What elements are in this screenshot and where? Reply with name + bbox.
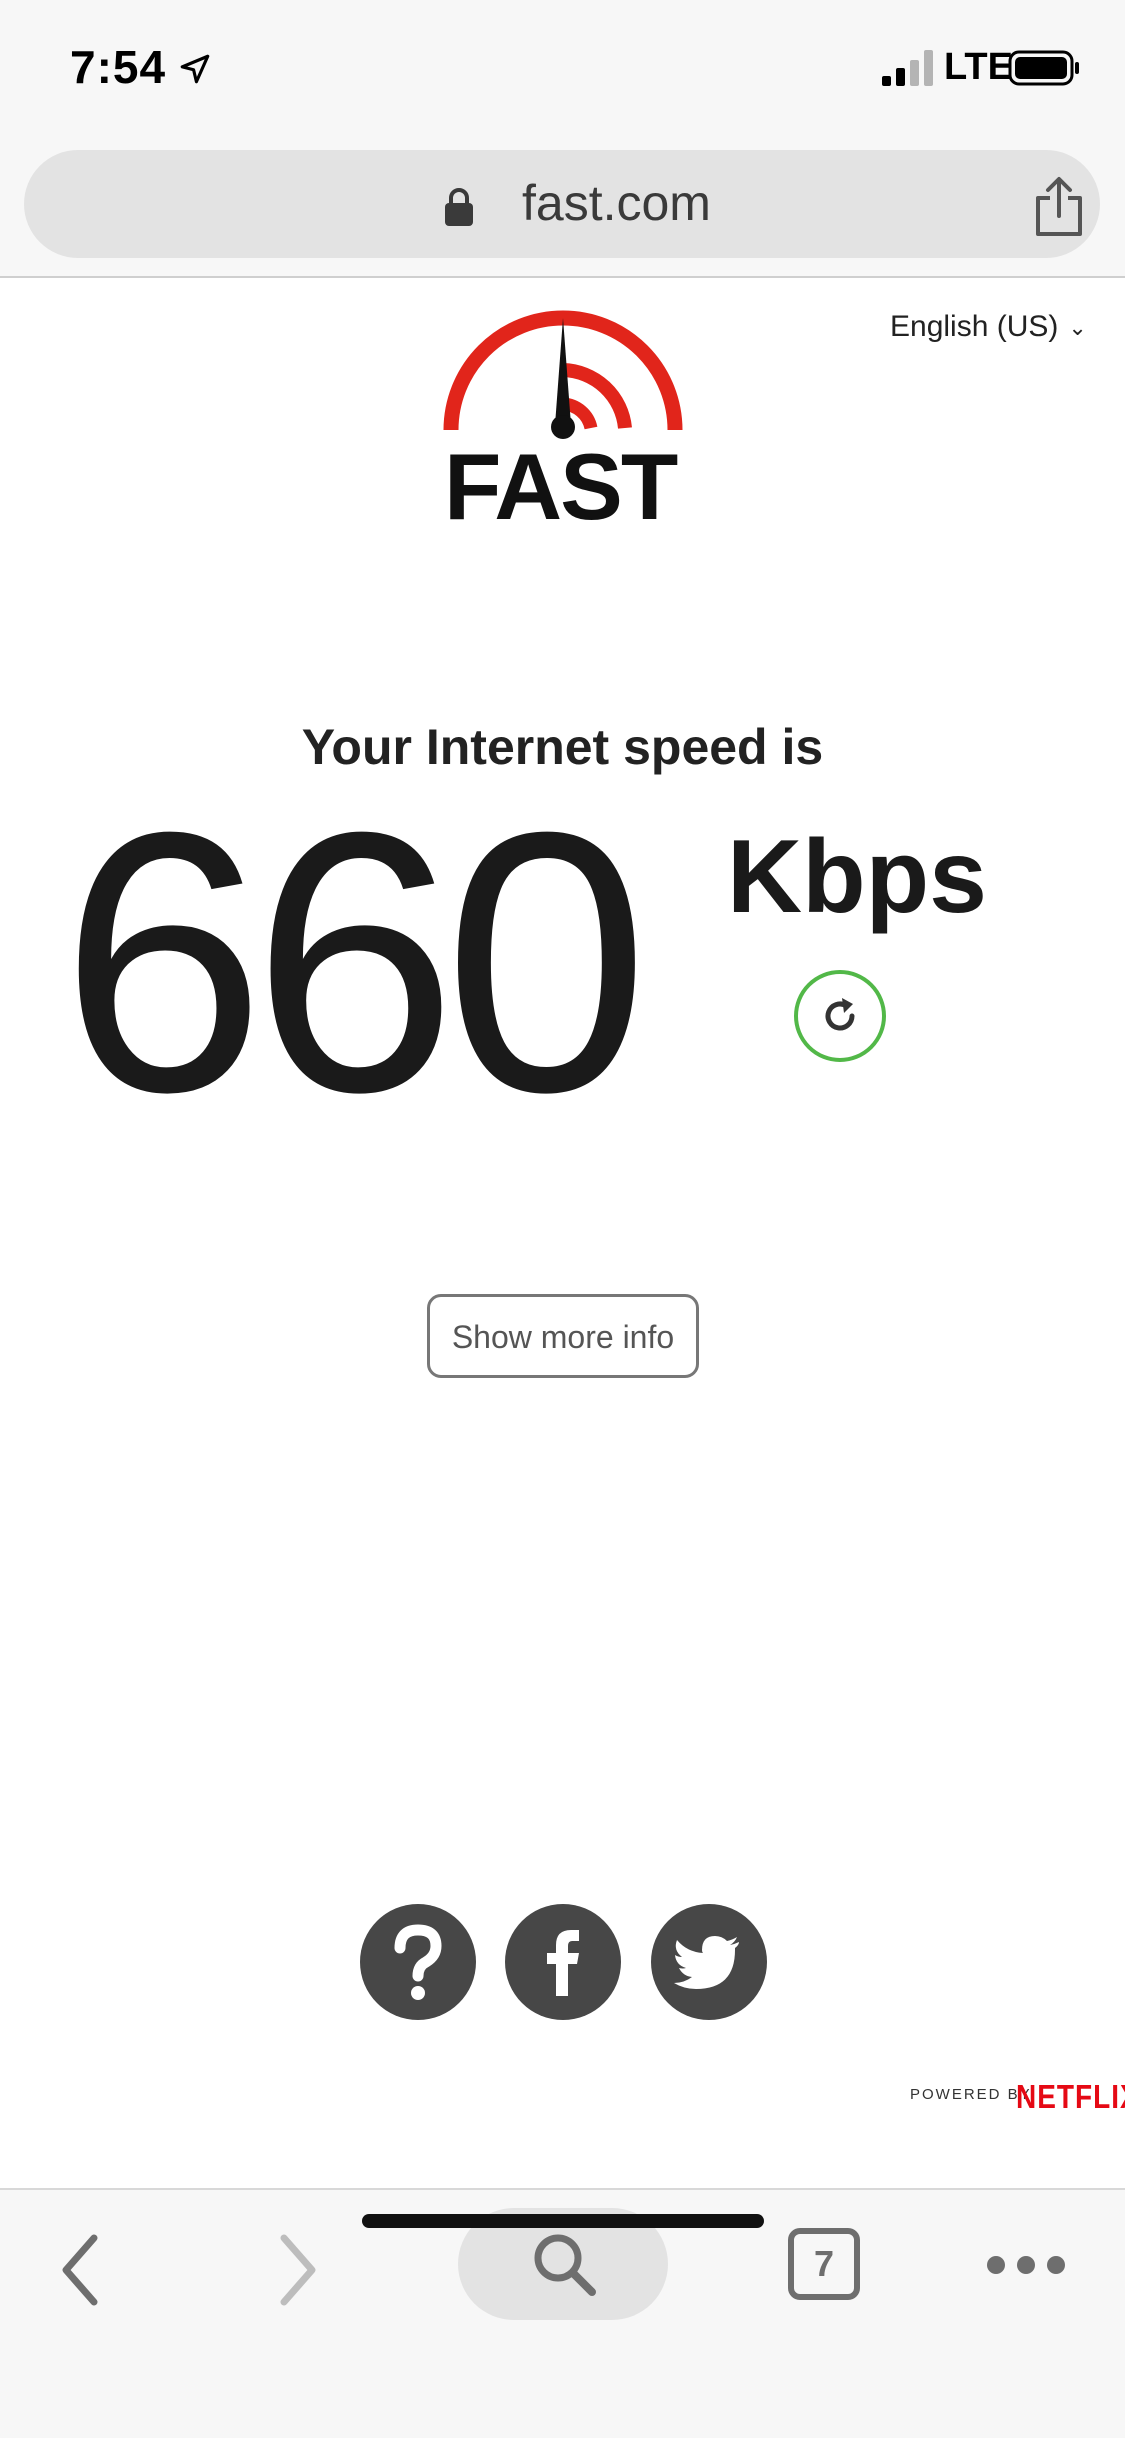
chevron-down-icon: ⌄	[1068, 315, 1087, 341]
chevron-right-icon[interactable]	[272, 2230, 322, 2310]
chevron-left-icon[interactable]	[56, 2230, 106, 2310]
logo-wordmark: FAST	[444, 434, 678, 539]
question-icon	[394, 1924, 442, 2000]
share-icon[interactable]	[1030, 176, 1088, 238]
facebook-icon	[547, 1930, 579, 1996]
language-label: English (US)	[890, 310, 1059, 343]
netflix-logo: NETFLIX	[1016, 2078, 1125, 2116]
speed-value: 660	[60, 756, 649, 1169]
refresh-button[interactable]	[794, 970, 886, 1062]
powered-by-label: POWERED BY	[910, 2086, 1032, 2103]
status-time: 7:54	[70, 41, 167, 93]
url-field[interactable]: fast.com	[24, 150, 1100, 258]
speed-unit: Kbps	[727, 819, 987, 935]
language-selector[interactable]: English (US) ⌄	[890, 310, 1087, 344]
help-button[interactable]	[360, 1904, 476, 2020]
twitter-button[interactable]	[651, 1904, 767, 2020]
search-icon	[534, 2234, 596, 2296]
signal-bars-icon	[882, 50, 933, 86]
facebook-button[interactable]	[505, 1904, 621, 2020]
network-type: LTE	[944, 46, 1013, 88]
show-more-info-button[interactable]: Show more info	[427, 1294, 699, 1378]
browser-address-bar: fast.com	[0, 140, 1125, 278]
tabs-button[interactable]: 7	[788, 2228, 860, 2300]
url-text: fast.com	[522, 175, 711, 231]
location-arrow-icon	[180, 54, 210, 84]
refresh-icon	[825, 998, 855, 1031]
status-bar: 7:54 LTE	[0, 0, 1125, 140]
home-indicator[interactable]	[362, 2214, 764, 2228]
twitter-icon	[674, 1936, 739, 1989]
more-dots-icon[interactable]	[984, 2250, 1068, 2280]
battery-icon	[1008, 50, 1079, 86]
lock-icon	[445, 188, 473, 226]
